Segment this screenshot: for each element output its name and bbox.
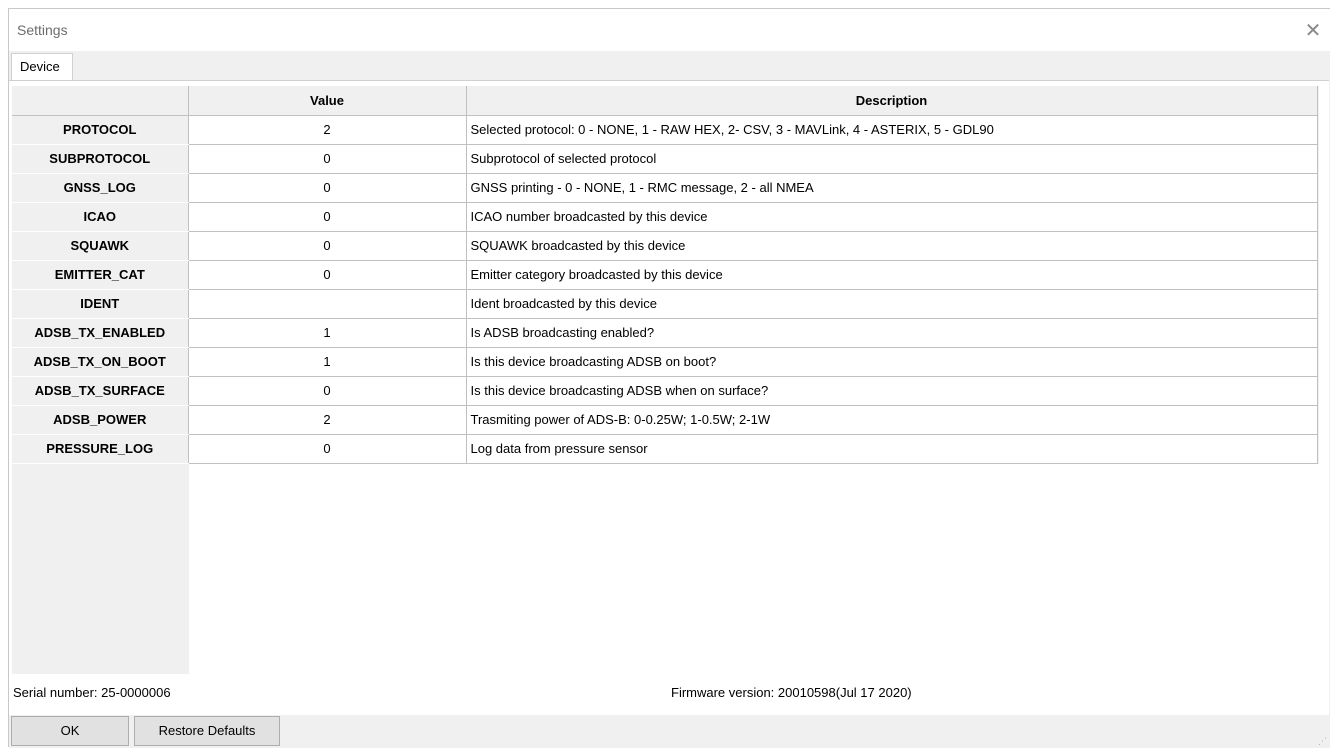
value-cell[interactable]: 1 [188,347,467,377]
column-header-description[interactable]: Description [466,86,1318,116]
description-cell[interactable]: SQUAWK broadcasted by this device [466,231,1318,261]
description-cell[interactable]: GNSS printing - 0 - NONE, 1 - RMC messag… [466,173,1318,203]
row-header-subprotocol[interactable]: SUBPROTOCOL [12,144,189,174]
table-row[interactable]: ADSB_TX_SURFACE 0 Is this device broadcast… [12,376,1318,406]
value-cell[interactable]: 2 [188,115,467,145]
value-cell[interactable]: 0 [188,231,467,261]
row-header-pressure-log[interactable]: PRESSURE_LOG [12,434,189,464]
value-cell[interactable]: 0 [188,144,467,174]
value-cell[interactable]: 0 [188,260,467,290]
table-row[interactable]: ADSB_TX_ENABLED 1 Is ADSB broadcasting ena… [12,318,1318,348]
restore-defaults-button[interactable]: Restore Defaults [134,716,280,746]
device-panel: Value Description PROTOCOL 2 Selected prot… [9,80,1329,715]
tab-bar: Device [9,51,1330,81]
table-row[interactable]: SUBPROTOCOL 0 Subprotocol of selected prot… [12,144,1318,174]
resize-grip-icon[interactable]: ⋰ [1318,736,1328,746]
description-cell[interactable]: Is ADSB broadcasting enabled? [466,318,1318,348]
description-cell[interactable]: Log data from pressure sensor [466,434,1318,464]
row-header-adsb-power[interactable]: ADSB_POWER [12,405,189,435]
description-cell[interactable]: Ident broadcasted by this device [466,289,1318,319]
table-row[interactable]: ADSB_TX_ON_BOOT 1 Is this device broadcast… [12,347,1318,377]
value-cell[interactable]: 0 [188,434,467,464]
close-icon[interactable]: ✕ [1300,17,1326,43]
row-header-adsb-tx-enabled[interactable]: ADSB_TX_ENABLED [12,318,189,348]
settings-table: Value Description PROTOCOL 2 Selected prot… [12,86,1318,464]
ok-button[interactable]: OK [11,716,129,746]
value-cell[interactable]: 0 [188,202,467,232]
value-cell[interactable]: 1 [188,318,467,348]
description-cell[interactable]: Is this device broadcasting ADSB on boot… [466,347,1318,377]
title-bar: Settings ✕ [9,9,1330,51]
table-row[interactable]: PRESSURE_LOG 0 Log data from pressure sens… [12,434,1318,464]
settings-window: Settings ✕ Device Value Description PROT… [8,8,1330,748]
row-header-protocol[interactable]: PROTOCOL [12,115,189,145]
description-cell[interactable]: ICAO number broadcasted by this device [466,202,1318,232]
row-header-adsb-tx-on-boot[interactable]: ADSB_TX_ON_BOOT [12,347,189,377]
description-cell[interactable]: Trasmiting power of ADS-B: 0-0.25W; 1-0.… [466,405,1318,435]
settings-table-area: Value Description PROTOCOL 2 Selected prot… [12,86,1319,674]
button-bar: OK Restore Defaults ⋰ [9,715,1330,748]
table-header-row: Value Description [12,86,1318,116]
table-row[interactable]: PROTOCOL 2 Selected protocol: 0 - NONE, 1 … [12,115,1318,145]
table-empty-area [189,464,1319,674]
row-header-squawk[interactable]: SQUAWK [12,231,189,261]
value-cell[interactable]: 0 [188,173,467,203]
table-row[interactable]: GNSS_LOG 0 GNSS printing - 0 - NONE, 1 - R… [12,173,1318,203]
table-row[interactable]: SQUAWK 0 SQUAWK broadcasted by this device [12,231,1318,261]
row-header-adsb-tx-surface[interactable]: ADSB_TX_SURFACE [12,376,189,406]
value-cell[interactable]: 0 [188,376,467,406]
value-cell[interactable] [188,289,467,319]
description-cell[interactable]: Subprotocol of selected protocol [466,144,1318,174]
row-header-emitter-cat[interactable]: EMITTER_CAT [12,260,189,290]
tab-device[interactable]: Device [11,53,73,81]
table-corner [12,86,189,116]
serial-number: Serial number: 25-0000006 [13,685,171,700]
row-header-icao[interactable]: ICAO [12,202,189,232]
value-cell[interactable]: 2 [188,405,467,435]
table-row[interactable]: ADSB_POWER 2 Trasmiting power of ADS-B: 0-… [12,405,1318,435]
firmware-version: Firmware version: 20010598(Jul 17 2020) [671,685,912,700]
description-cell[interactable]: Selected protocol: 0 - NONE, 1 - RAW HEX… [466,115,1318,145]
description-cell[interactable]: Emitter category broadcasted by this dev… [466,260,1318,290]
description-cell[interactable]: Is this device broadcasting ADSB when on… [466,376,1318,406]
row-header-ident[interactable]: IDENT [12,289,189,319]
row-header-gnss-log[interactable]: GNSS_LOG [12,173,189,203]
table-row[interactable]: EMITTER_CAT 0 Emitter category broadcasted… [12,260,1318,290]
column-header-value[interactable]: Value [188,86,467,116]
table-row[interactable]: ICAO 0 ICAO number broadcasted by this dev… [12,202,1318,232]
window-title: Settings [17,22,68,38]
table-row[interactable]: IDENT Ident broadcasted by this device [12,289,1318,319]
